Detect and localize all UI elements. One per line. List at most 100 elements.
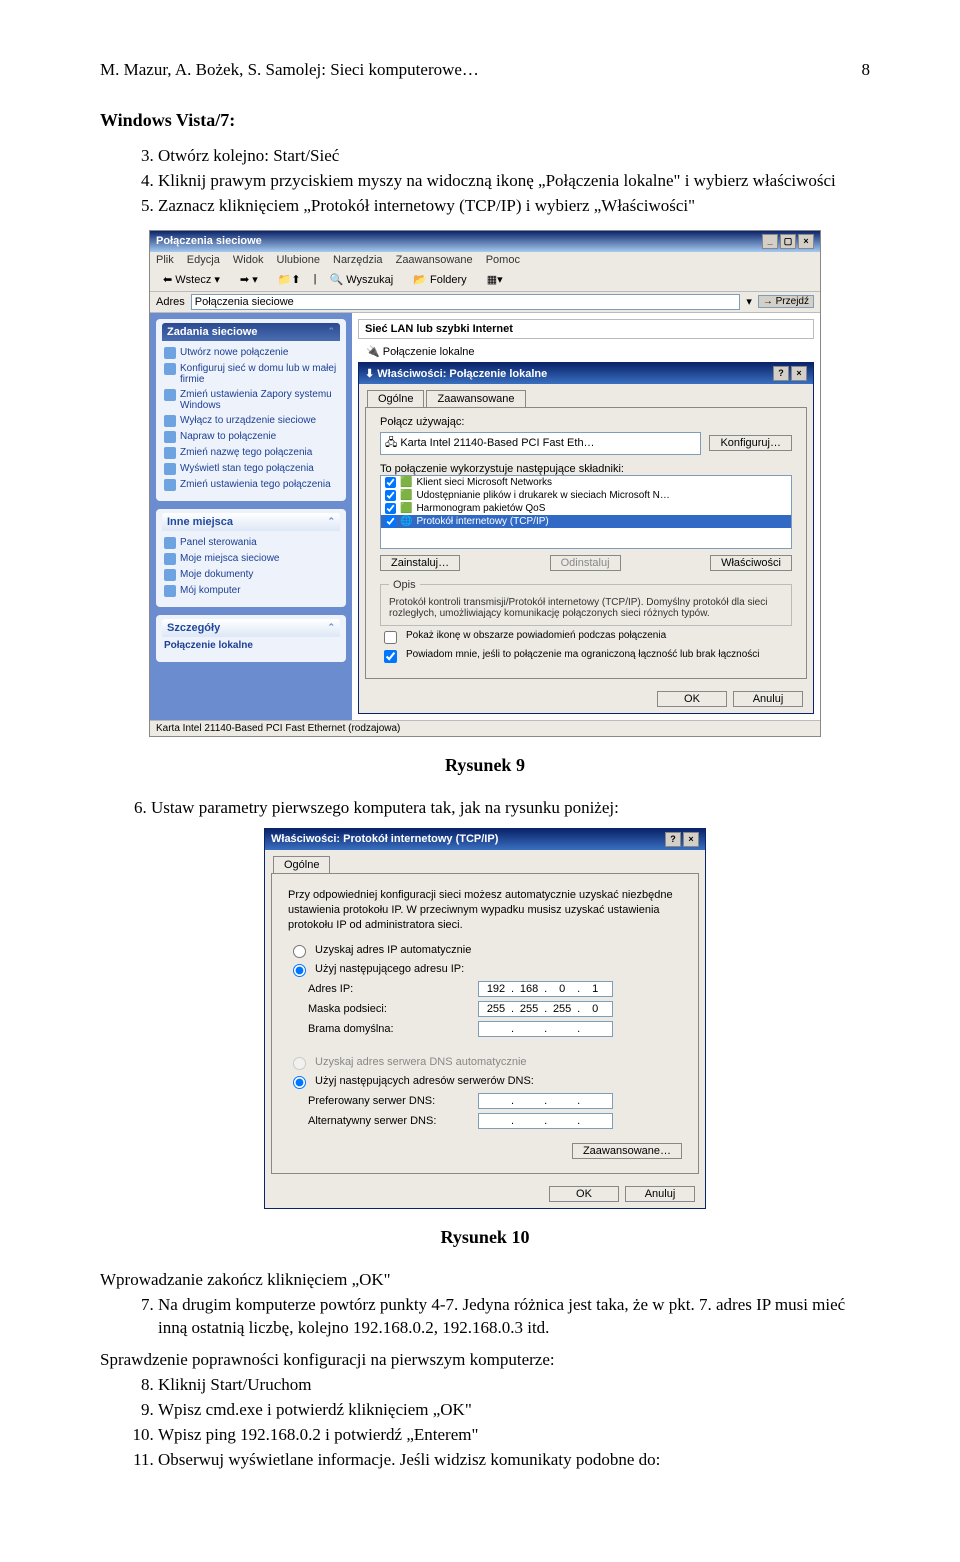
address-input[interactable]	[191, 294, 741, 310]
radio-auto-dns-label: Uzyskaj adres serwera DNS automatycznie	[315, 1056, 527, 1068]
search-button[interactable]: 🔍 Wyszukaj	[323, 271, 401, 288]
cancel-button[interactable]: Anuluj	[625, 1186, 695, 1202]
radio-auto-ip[interactable]	[293, 945, 306, 958]
adapter-combo[interactable]: 🖧 Karta Intel 21140-Based PCI Fast Eth…	[380, 432, 701, 455]
mask-field[interactable]: 255.255.255.0	[478, 1001, 613, 1017]
figure-9-caption: Rysunek 9	[100, 755, 870, 776]
tab-general[interactable]: Ogólne	[367, 390, 424, 407]
step-7: Na drugim komputerze powtórz punkty 4-7.…	[158, 1294, 870, 1340]
dns1-field[interactable]: ...	[478, 1093, 613, 1109]
back-button[interactable]: ⬅ Wstecz ▾	[156, 271, 227, 288]
window-titlebar: Połączenia sieciowe _ ▢ ×	[150, 231, 820, 252]
show-icon-checkbox[interactable]	[384, 631, 397, 644]
configure-button[interactable]: Konfiguruj…	[709, 435, 792, 451]
help-button[interactable]: ?	[665, 832, 681, 847]
dns1-label: Preferowany serwer DNS:	[308, 1095, 478, 1107]
collapse-icon[interactable]: ⌃	[327, 622, 335, 633]
radio-manual-ip-label: Użyj następującego adresu IP:	[315, 963, 464, 975]
figure-10-caption: Rysunek 10	[100, 1227, 870, 1248]
menubar: Plik Edycja Widok Ulubione Narzędzia Zaa…	[150, 252, 820, 268]
maximize-button[interactable]: ▢	[780, 234, 796, 249]
properties-button[interactable]: Właściwości	[710, 555, 792, 571]
task-item[interactable]: Napraw to połączenie	[162, 429, 340, 445]
screenshot-network-connections: Połączenia sieciowe _ ▢ × Plik Edycja Wi…	[149, 230, 821, 737]
toolbar: ⬅ Wstecz ▾ ➡ ▾ 📁⬆ | 🔍 Wyszukaj 📂 Foldery…	[150, 268, 820, 292]
dialog-title: Właściwości: Protokół internetowy (TCP/I…	[271, 833, 498, 845]
notify-checkbox[interactable]	[384, 650, 397, 663]
views-button[interactable]: ▦▾	[480, 271, 510, 288]
connection-item[interactable]: 🔌 Połączenie lokalne	[358, 345, 814, 358]
place-item[interactable]: Moje miejsca sieciowe	[162, 551, 340, 567]
radio-manual-dns-label: Użyj następujących adresów serwerów DNS:	[315, 1075, 534, 1087]
menu-file[interactable]: Plik	[156, 254, 174, 266]
forward-button[interactable]: ➡ ▾	[233, 271, 265, 288]
other-places-panel: Inne miejsca⌃ Panel sterowania Moje miej…	[156, 509, 346, 607]
place-item[interactable]: Mój komputer	[162, 583, 340, 599]
help-button[interactable]: ?	[773, 366, 789, 381]
advanced-button[interactable]: Zaawansowane…	[572, 1143, 682, 1159]
tab-general[interactable]: Ogólne	[273, 856, 330, 873]
menu-view[interactable]: Widok	[233, 254, 264, 266]
menu-adv[interactable]: Zaawansowane	[396, 254, 473, 266]
list-item[interactable]: 🟩 Udostępnianie plików i drukarek w siec…	[381, 489, 791, 502]
step-6: Ustaw parametry pierwszego komputera tak…	[151, 798, 619, 817]
place-item[interactable]: Moje dokumenty	[162, 567, 340, 583]
list-item-selected[interactable]: 🌐 Protokół internetowy (TCP/IP)	[381, 515, 791, 528]
task-item[interactable]: Konfiguruj sieć w domu lub w małej firmi…	[162, 361, 340, 387]
ip-field[interactable]: 192.168.0.1	[478, 981, 613, 997]
step-6-num: 6.	[134, 798, 147, 817]
window-buttons: _ ▢ ×	[762, 234, 814, 249]
cancel-button[interactable]: Anuluj	[733, 691, 803, 707]
menu-help[interactable]: Pomoc	[486, 254, 520, 266]
gateway-field[interactable]: ...	[478, 1021, 613, 1037]
task-item[interactable]: Utwórz nowe połączenie	[162, 345, 340, 361]
task-item[interactable]: Zmień nazwę tego połączenia	[162, 445, 340, 461]
details-panel-title: Szczegóły	[167, 622, 220, 634]
task-item[interactable]: Zmień ustawienia tego połączenia	[162, 477, 340, 493]
close-button[interactable]: ×	[791, 366, 807, 381]
connect-using-label: Połącz używając:	[380, 416, 792, 428]
dialog-title: ⬇ Właściwości: Połączenie lokalne	[365, 367, 547, 380]
place-item[interactable]: Panel sterowania	[162, 535, 340, 551]
step-5: Zaznacz kliknięciem „Protokół internetow…	[158, 195, 870, 218]
mask-label: Maska podsieci:	[308, 1003, 478, 1015]
components-label: To połączenie wykorzystuje następujące s…	[380, 463, 792, 475]
install-button[interactable]: Zainstaluj…	[380, 555, 460, 571]
ok-button[interactable]: OK	[549, 1186, 619, 1202]
folders-button[interactable]: 📂 Foldery	[406, 271, 473, 288]
dns2-field[interactable]: ...	[478, 1113, 613, 1129]
checkbox[interactable]	[385, 490, 396, 501]
task-item[interactable]: Wyłącz to urządzenie sieciowe	[162, 413, 340, 429]
tasks-panel: Zadania sieciowe⌃ Utwórz nowe połączenie…	[156, 319, 346, 501]
radio-auto-ip-label: Uzyskaj adres IP automatycznie	[315, 944, 471, 956]
list-item[interactable]: 🟩 Harmonogram pakietów QoS	[381, 502, 791, 515]
page-header: M. Mazur, A. Bożek, S. Samolej: Sieci ko…	[100, 60, 870, 80]
checkbox[interactable]	[385, 516, 396, 527]
task-item[interactable]: Wyświetl stan tego połączenia	[162, 461, 340, 477]
go-button[interactable]: → Przejdź	[758, 295, 814, 308]
ok-button[interactable]: OK	[657, 691, 727, 707]
os-heading: Windows Vista/7:	[100, 110, 235, 130]
checkbox[interactable]	[385, 503, 396, 514]
statusbar: Karta Intel 21140-Based PCI Fast Etherne…	[150, 720, 820, 736]
menu-fav[interactable]: Ulubione	[277, 254, 320, 266]
list-item[interactable]: 🟩 Klient sieci Microsoft Networks	[381, 476, 791, 489]
minimize-button[interactable]: _	[762, 234, 778, 249]
menu-edit[interactable]: Edycja	[187, 254, 220, 266]
radio-manual-dns[interactable]	[293, 1076, 306, 1089]
collapse-icon[interactable]: ⌃	[327, 516, 335, 527]
components-list[interactable]: 🟩 Klient sieci Microsoft Networks 🟩 Udos…	[380, 475, 792, 549]
radio-manual-ip[interactable]	[293, 964, 306, 977]
gateway-label: Brama domyślna:	[308, 1023, 478, 1035]
task-item[interactable]: Zmień ustawienia Zapory systemu Windows	[162, 387, 340, 413]
uninstall-button: Odinstaluj	[550, 555, 621, 571]
close-button[interactable]: ×	[683, 832, 699, 847]
menu-tools[interactable]: Narzędzia	[333, 254, 383, 266]
close-button[interactable]: ×	[798, 234, 814, 249]
desc-title: Opis	[389, 579, 420, 591]
collapse-icon[interactable]: ⌃	[327, 326, 335, 337]
tab-advanced[interactable]: Zaawansowane	[426, 390, 525, 407]
checkbox[interactable]	[385, 477, 396, 488]
step-4: Kliknij prawym przyciskiem myszy na wido…	[158, 170, 870, 193]
up-button[interactable]: 📁⬆	[271, 271, 308, 288]
